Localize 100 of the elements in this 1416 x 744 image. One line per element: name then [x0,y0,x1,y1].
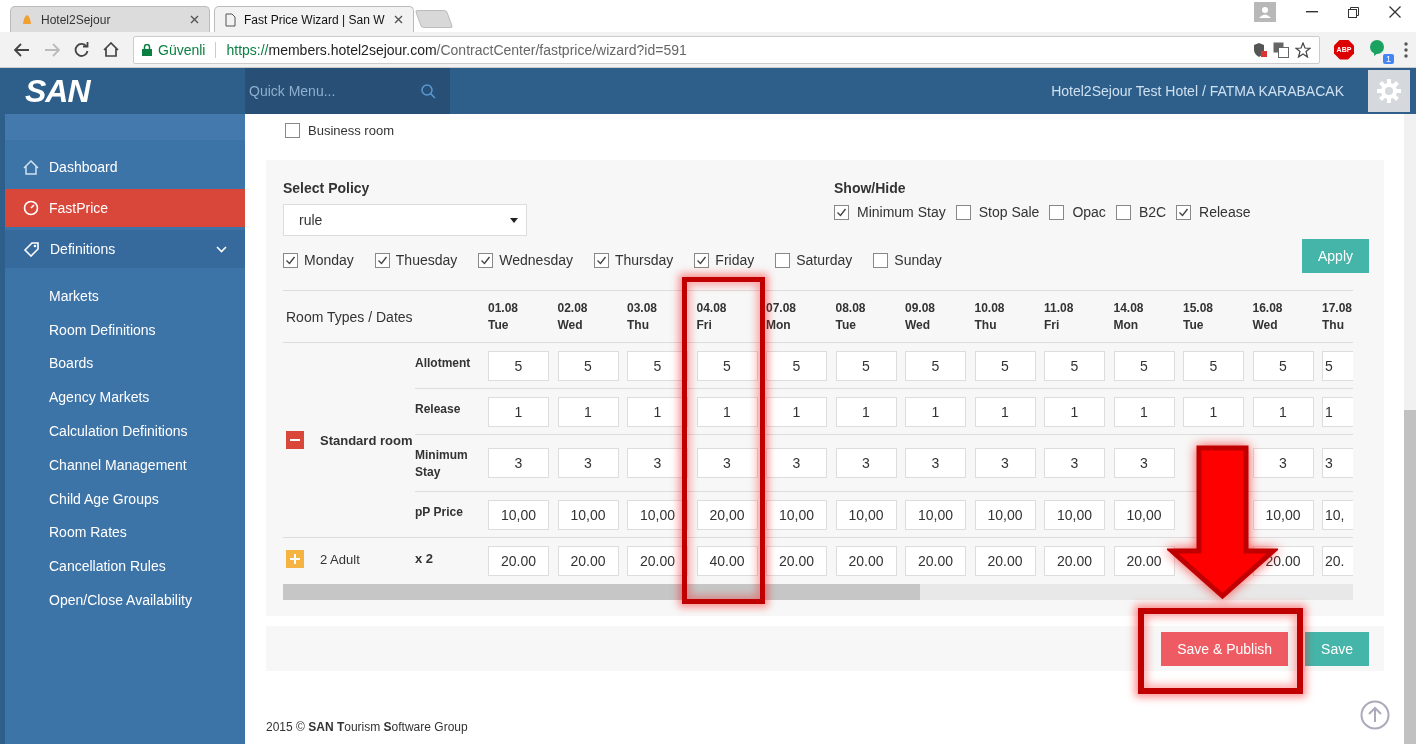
price-field[interactable]: 20.00 [905,546,966,576]
star-icon[interactable] [1295,41,1311,58]
price-field[interactable]: 20.00 [1044,546,1105,576]
checkbox[interactable] [1176,204,1192,220]
address-bar[interactable]: Güvenli https://members.hotel2sejour.com/ContractCenter/fastprice/wizard?id=591 [133,35,1320,64]
sidebar-item[interactable]: Definitions [5,230,245,268]
checkbox[interactable] [694,252,710,268]
checkbox[interactable] [285,122,300,138]
close-icon[interactable] [394,15,403,24]
value-field[interactable]: 10,00 [974,499,1036,530]
value-field[interactable]: 5 [1113,350,1175,381]
value-field[interactable]: 5 [696,350,758,381]
value-field[interactable]: 5 [557,350,619,381]
checkbox[interactable] [374,252,390,268]
menu-icon[interactable] [1404,41,1408,58]
value-field[interactable]: 3 [488,448,549,478]
value-field[interactable]: 1 [835,396,897,427]
value-field[interactable]: 10,00 [835,499,897,530]
value-field[interactable]: 5 [1252,350,1314,381]
value-field[interactable]: 5 [835,350,897,381]
price-field[interactable]: 20.00 [557,546,619,576]
sidebar-subitem[interactable]: Boards [5,346,245,381]
value-field[interactable]: 10,00 [1252,499,1314,530]
sidebar-subitem[interactable]: Agency Markets [5,380,245,415]
value-field[interactable]: 1 [1252,396,1314,427]
translate-icon[interactable] [1273,41,1289,58]
value-field[interactable]: 3 [766,448,827,478]
value-field[interactable]: 1 [974,396,1036,427]
value-field[interactable]: 3 [905,448,966,478]
home-icon[interactable] [103,42,119,57]
sidebar-item[interactable]: Dashboard [5,148,245,186]
collapse-button[interactable] [286,431,304,449]
value-field[interactable]: 3 [557,448,619,478]
browser-tab[interactable]: Fast Price Wizard | San W [214,6,414,32]
value-field[interactable]: 1 [1183,396,1244,427]
checkbox[interactable] [834,204,849,220]
browser-tab[interactable]: Hotel2Sejour [10,6,210,32]
value-field[interactable]: 5 [1044,350,1105,381]
price-field[interactable]: 40.00 [696,546,758,576]
minimize-icon[interactable] [1306,11,1318,13]
horizontal-scrollbar[interactable] [283,584,1353,600]
value-field[interactable]: 10,00 [488,499,549,530]
value-field[interactable]: 1 [1322,396,1353,427]
value-field[interactable]: 1 [1044,396,1105,427]
value-field[interactable]: 1 [557,396,619,427]
value-field[interactable]: 3 [1113,448,1175,478]
value-field[interactable]: 5 [488,350,549,381]
price-field[interactable]: 20. [1322,546,1353,576]
sidebar-subitem[interactable]: Cancellation Rules [5,549,245,584]
price-field[interactable]: 20.00 [835,546,897,576]
close-icon[interactable] [190,15,199,24]
checkbox[interactable] [1049,204,1065,220]
value-field[interactable]: 1 [905,396,966,427]
value-field[interactable]: 5 [974,350,1036,381]
value-field[interactable]: 3 [1252,448,1314,478]
sidebar-subitem[interactable]: Room Definitions [5,312,245,347]
value-field[interactable]: 5 [1183,350,1244,381]
sidebar-subitem[interactable]: Channel Management [5,448,245,482]
value-field[interactable]: 1 [696,396,758,427]
logo[interactable]: SAN [5,68,245,114]
value-field[interactable]: 10,00 [905,499,966,530]
checkbox[interactable] [594,252,609,268]
price-field[interactable]: 20.00 [766,546,827,576]
value-field[interactable]: 10,00 [557,499,619,530]
value-field[interactable]: 1 [488,396,549,427]
user-name[interactable]: Hotel2Sejour Test Hotel / FATMA KARABACAK [450,83,1368,99]
value-field[interactable]: 5 [905,350,966,381]
value-field[interactable]: 3 [974,448,1036,478]
checkbox[interactable] [955,204,971,220]
sidebar-subitem[interactable]: Open/Close Availability [5,583,245,617]
checkbox[interactable] [283,252,298,268]
restore-icon[interactable] [1348,6,1359,18]
value-field[interactable]: 3 [835,448,897,478]
sidebar-subitem[interactable]: Room Rates [5,515,245,550]
checkbox[interactable] [478,252,494,268]
value-field[interactable]: 1 [766,396,827,427]
value-field[interactable]: 3 [696,448,758,478]
sidebar-subitem[interactable]: Calculation Definitions [5,414,245,448]
value-field[interactable]: 10,00 [1113,499,1175,530]
sidebar-subitem[interactable]: Child Age Groups [5,481,245,516]
sidebar-item[interactable]: FastPrice [5,189,245,227]
policy-dropdown[interactable]: rule [283,204,527,236]
back-icon[interactable] [14,42,30,57]
value-field[interactable]: 3 [1044,448,1105,478]
price-field[interactable]: 20.00 [1113,546,1175,576]
quick-menu-search[interactable]: Quick Menu... [245,68,450,114]
price-field[interactable]: 20.00 [488,546,549,576]
value-field[interactable]: 5 [766,350,827,381]
close-icon[interactable] [1389,6,1401,18]
value-field[interactable]: 10, [1322,499,1353,530]
value-field[interactable]: 3 [1322,448,1353,478]
shield-icon[interactable] [1253,41,1267,58]
page-scrollbar[interactable] [1404,114,1416,744]
checkbox[interactable] [873,252,889,268]
value-field[interactable]: 5 [1322,350,1353,381]
checkbox[interactable] [775,252,791,268]
price-field[interactable]: 20.00 [974,546,1036,576]
checkbox[interactable] [1115,204,1131,220]
reload-icon[interactable] [74,42,89,57]
value-field[interactable]: 20,00 [696,499,758,530]
